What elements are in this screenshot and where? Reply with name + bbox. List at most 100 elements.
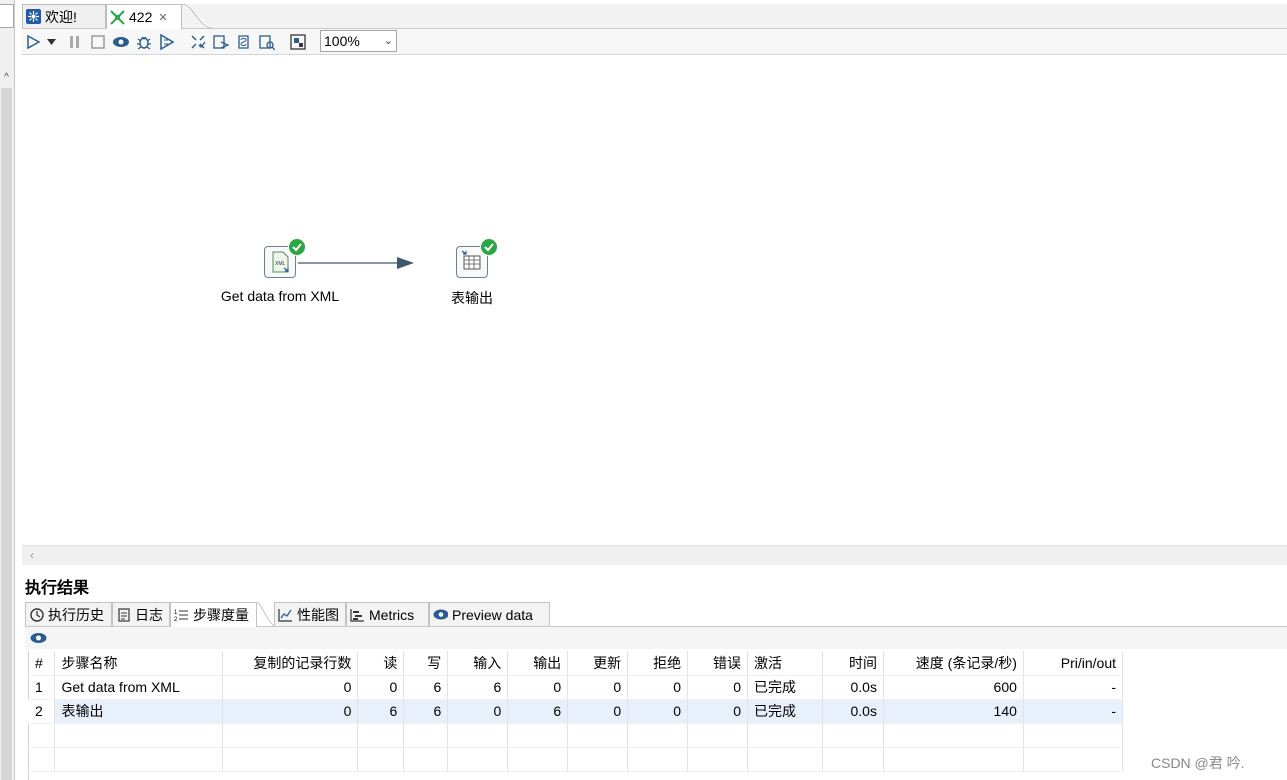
tab-performance-graph[interactable]: 性能图	[274, 602, 346, 626]
table-cell: 0	[567, 699, 629, 724]
column-header[interactable]: 激活	[747, 651, 823, 676]
left-scrollbar[interactable]	[1, 88, 12, 780]
tab-transformation[interactable]: 422 ✕	[106, 4, 182, 29]
table-cell: 0	[222, 699, 359, 724]
column-header[interactable]: Pri/in/out	[1023, 651, 1124, 676]
close-icon[interactable]: ✕	[158, 11, 167, 24]
left-panel-edge	[0, 4, 14, 28]
table-cell: 0	[447, 699, 509, 724]
column-header[interactable]: 写	[403, 651, 449, 676]
tab-label: 执行历史	[48, 606, 104, 623]
step-metrics-icon: 12	[174, 608, 189, 623]
tab-preview-data[interactable]: Preview data	[429, 602, 550, 626]
debug-icon[interactable]	[135, 33, 153, 50]
tab-execution-history[interactable]: 执行历史	[25, 602, 112, 626]
status-cell: 已完成	[747, 699, 823, 724]
svg-text:1: 1	[174, 610, 178, 616]
step-label: 表输出	[451, 290, 493, 306]
transformation-canvas[interactable]: XML Get data from XML 表输出	[22, 55, 1287, 545]
table-header-row: # 步骤名称 复制的记录行数 读 写 输入 输出 更新 拒绝 错误 激活 时间 …	[28, 651, 1124, 676]
column-header[interactable]: 输入	[447, 651, 509, 676]
column-header[interactable]: 读	[357, 651, 405, 676]
log-icon	[116, 607, 131, 622]
table-cell: 140	[883, 699, 1024, 724]
tab-metrics[interactable]: Metrics	[346, 602, 429, 626]
column-header[interactable]: 时间	[822, 651, 884, 676]
table-cell: 0	[507, 675, 569, 700]
pause-icon[interactable]	[66, 33, 84, 50]
table-cell: 0	[627, 699, 689, 724]
table-cell: 600	[883, 675, 1024, 700]
tab-curve	[256, 602, 276, 627]
step-name-cell: 表输出	[54, 699, 224, 724]
column-header[interactable]: 拒绝	[627, 651, 689, 676]
table-cell: 0.0s	[822, 699, 884, 724]
tab-transformation-label: 422	[129, 9, 153, 25]
collapse-icon[interactable]: ^	[1, 72, 12, 84]
empty-row	[28, 723, 1124, 748]
impact-icon[interactable]	[212, 33, 230, 50]
transformation-icon	[110, 9, 125, 25]
stop-icon[interactable]	[89, 33, 107, 50]
canvas-horizontal-scrollbar[interactable]: ‹	[22, 545, 1287, 565]
table-cell: 6	[447, 675, 509, 700]
left-panel-strip: ^	[0, 0, 15, 780]
show-results-icon[interactable]	[289, 33, 307, 50]
tab-label: Metrics	[369, 606, 415, 623]
tab-welcome-label: 欢迎!	[45, 8, 77, 25]
sql-icon[interactable]	[235, 33, 253, 50]
step-label: Get data from XML	[220, 288, 340, 304]
step-metrics-table: # 步骤名称 复制的记录行数 读 写 输入 输出 更新 拒绝 错误 激活 时间 …	[28, 651, 1124, 772]
table-cell: 6	[357, 699, 405, 724]
hop-arrow-icon	[397, 257, 414, 269]
explore-db-icon[interactable]	[258, 33, 276, 50]
svg-text:2: 2	[174, 617, 178, 622]
spoon-icon	[26, 9, 41, 24]
preview-eye-icon	[433, 607, 448, 622]
replay-icon[interactable]	[158, 33, 176, 50]
table-cell: 0	[222, 675, 359, 700]
tab-log[interactable]: 日志	[112, 602, 170, 626]
tab-label: 日志	[135, 606, 163, 623]
tab-step-metrics[interactable]: 12 步骤度量	[170, 602, 257, 627]
tab-label: 性能图	[297, 606, 339, 623]
table-cell: -	[1023, 699, 1124, 724]
zoom-value: 100%	[324, 33, 360, 49]
status-cell: 已完成	[747, 675, 823, 700]
column-header[interactable]: 复制的记录行数	[222, 651, 359, 676]
column-header[interactable]: 速度 (条记录/秒)	[883, 651, 1024, 676]
history-icon	[29, 607, 44, 622]
table-cell: 6	[403, 675, 449, 700]
transformation-toolbar: 100% ⌄	[22, 29, 1287, 55]
row-number: 2	[28, 699, 56, 724]
column-header[interactable]: #	[28, 651, 56, 676]
column-header[interactable]: 错误	[687, 651, 749, 676]
step-name-cell: Get data from XML	[54, 675, 224, 700]
tab-welcome[interactable]: 欢迎!	[22, 4, 106, 28]
table-row[interactable]: 1 Get data from XML 0 0 6 6 0 0 0 0 已完成 …	[28, 675, 1124, 700]
table-cell: 0	[627, 675, 689, 700]
column-header[interactable]: 输出	[507, 651, 569, 676]
table-cell: 0.0s	[822, 675, 884, 700]
table-cell: -	[1023, 675, 1124, 700]
column-header[interactable]: 更新	[567, 651, 629, 676]
row-number: 1	[28, 675, 56, 700]
show-inactive-eye-icon[interactable]	[30, 631, 47, 647]
scroll-left-icon[interactable]: ‹	[30, 548, 34, 562]
column-header[interactable]: 步骤名称	[54, 651, 224, 676]
table-row[interactable]: 2 表输出 0 6 6 0 6 0 0 0 已完成 0.0s 140 -	[28, 699, 1124, 724]
results-toolbar	[25, 627, 1287, 649]
success-check-icon	[288, 238, 306, 256]
run-icon[interactable]	[24, 33, 42, 50]
zoom-select[interactable]: 100% ⌄	[320, 30, 397, 52]
tab-curve	[182, 4, 212, 29]
table-cell: 0	[687, 675, 749, 700]
results-tab-bar: 执行历史 日志 12 步骤度量 性能图 Metrics Preview data	[25, 602, 1287, 627]
tab-label: Preview data	[452, 606, 533, 623]
table-cell: 0	[687, 699, 749, 724]
preview-icon[interactable]	[112, 33, 130, 50]
verify-icon[interactable]	[189, 33, 207, 50]
tab-label: 步骤度量	[193, 607, 249, 623]
perf-graph-icon	[278, 607, 293, 622]
run-dropdown-icon[interactable]	[46, 33, 58, 50]
